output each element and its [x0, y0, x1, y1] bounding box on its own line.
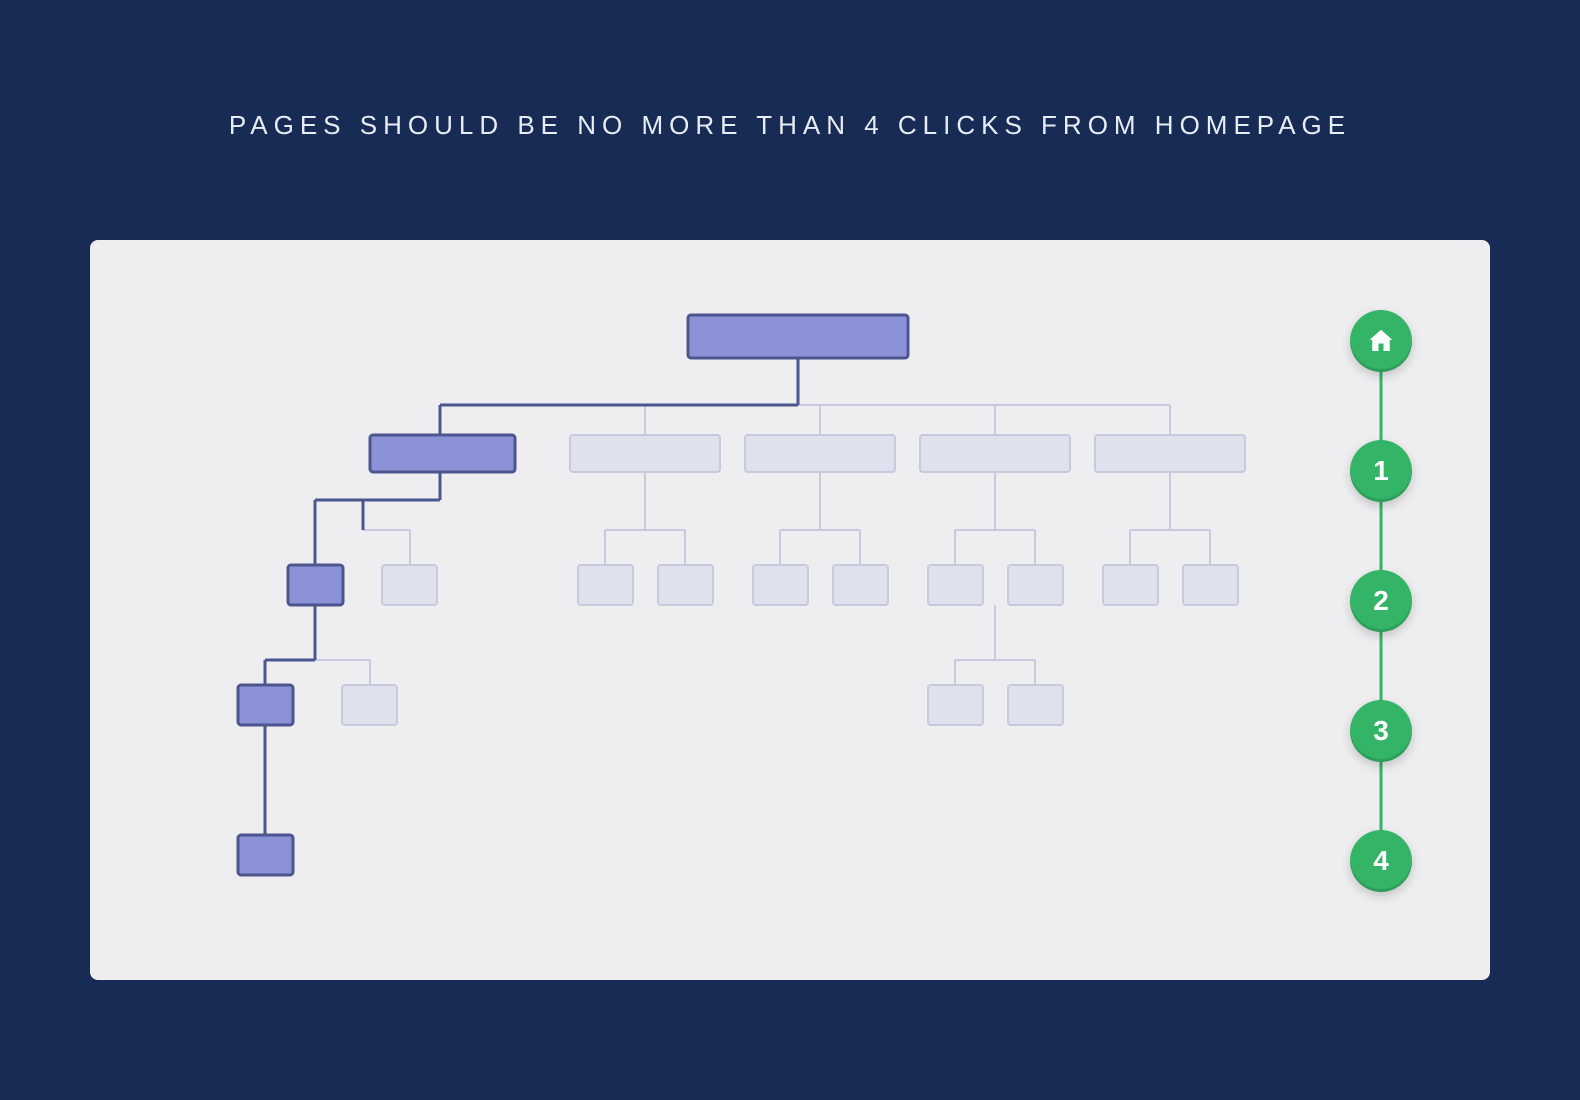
- depth-badge-2: 2: [1350, 570, 1412, 632]
- highlighted-node-home: [688, 315, 908, 358]
- ghost-node-level1: [745, 435, 895, 472]
- depth-badge-3: 3: [1350, 700, 1412, 762]
- ghost-node-level2: [382, 565, 437, 605]
- depth-badge-4: 4: [1350, 830, 1412, 892]
- ghost-node-level2: [1008, 565, 1063, 605]
- ghost-node-level2: [658, 565, 713, 605]
- sitemap-diagram: [90, 240, 1490, 980]
- ghost-node-level3: [342, 685, 397, 725]
- ghost-node-level1: [920, 435, 1070, 472]
- home-icon: [1366, 326, 1396, 356]
- depth-badge-home: [1350, 310, 1412, 372]
- ghost-node-level1: [1095, 435, 1245, 472]
- ghost-node-level3: [1008, 685, 1063, 725]
- highlighted-node-level3: [238, 685, 293, 725]
- ghost-node-level2: [833, 565, 888, 605]
- ghost-node-level2: [928, 565, 983, 605]
- ghost-node-level2: [1103, 565, 1158, 605]
- highlighted-node-level1: [370, 435, 515, 472]
- ghost-node-level1: [570, 435, 720, 472]
- diagram-card: 1 2 3 4: [90, 240, 1490, 980]
- page-title: PAGES SHOULD BE NO MORE THAN 4 CLICKS FR…: [0, 0, 1580, 141]
- ghost-node-level2: [1183, 565, 1238, 605]
- ghost-node-level2: [578, 565, 633, 605]
- highlighted-node-level2: [288, 565, 343, 605]
- depth-badge-1: 1: [1350, 440, 1412, 502]
- highlighted-node-level4: [238, 835, 293, 875]
- ghost-node-level2: [753, 565, 808, 605]
- ghost-node-level3: [928, 685, 983, 725]
